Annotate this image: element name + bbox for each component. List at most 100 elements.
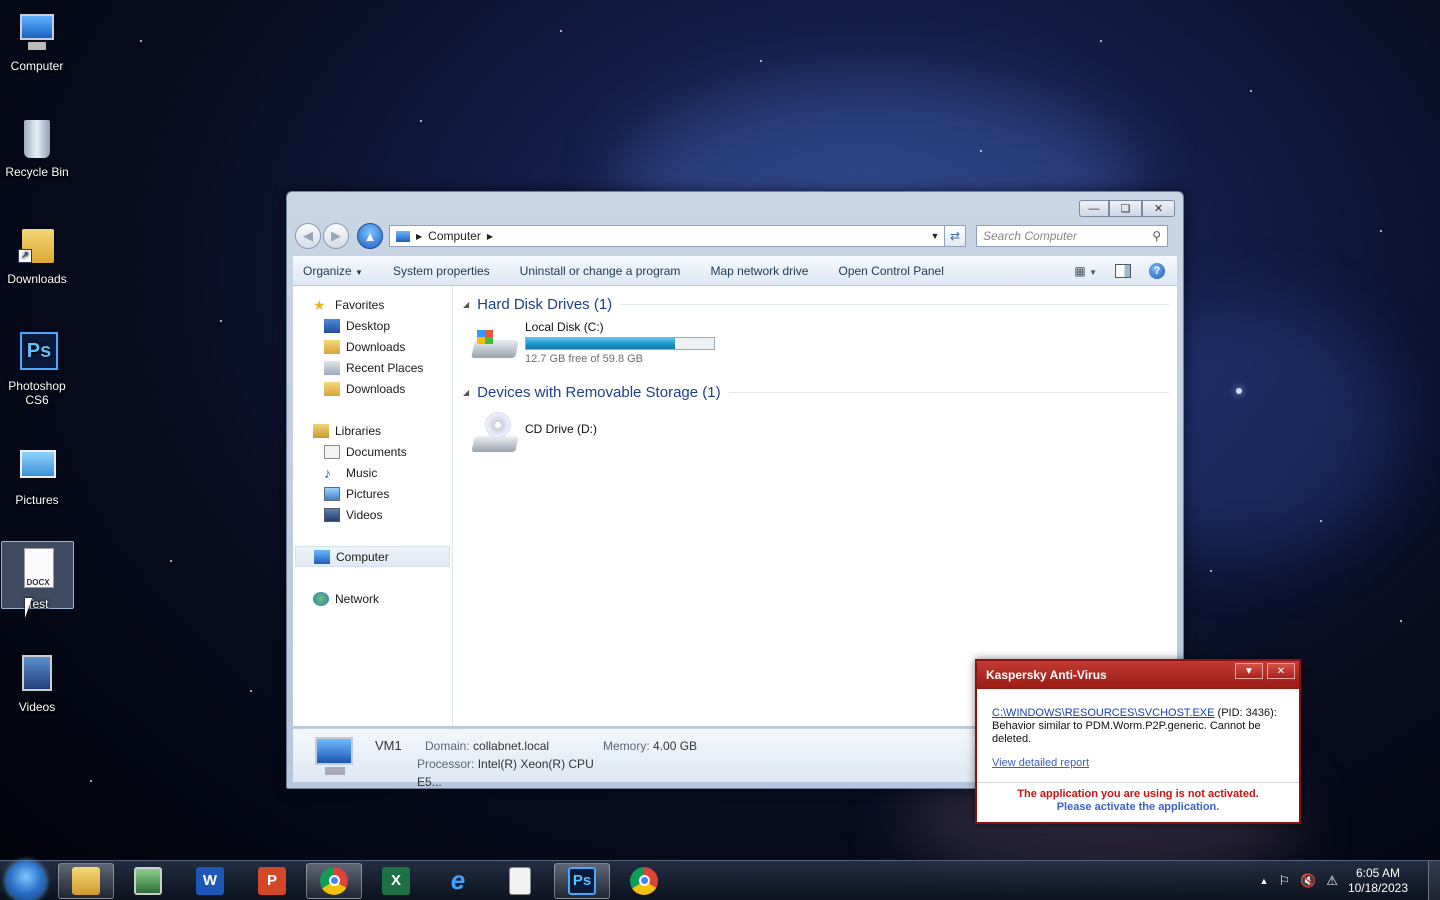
photoshop-icon: Ps (14, 330, 60, 376)
pictures-icon (14, 444, 60, 490)
search-input[interactable]: Search Computer ⚲ (976, 225, 1168, 247)
documents-icon (324, 444, 340, 459)
folder-icon (72, 866, 100, 895)
downloads-folder-icon (324, 339, 340, 354)
mouse-cursor-icon (25, 598, 32, 618)
videos-icon (14, 651, 60, 697)
breadcrumb-separator-icon: ▶ (486, 231, 493, 241)
star-icon: ★ (313, 296, 326, 313)
taskbar-word[interactable]: W (182, 863, 238, 899)
activate-link[interactable]: Please activate the application. (977, 801, 1299, 814)
taskbar-chrome[interactable] (306, 862, 362, 899)
forward-button[interactable]: ▶ (323, 223, 349, 249)
internet-explorer-icon: e (450, 865, 466, 895)
nav-pictures[interactable]: Pictures (293, 483, 452, 504)
kaspersky-title-bar: Kaspersky Anti-Virus ▼ ✕ (977, 661, 1299, 689)
nav-downloads-2[interactable]: Downloads (293, 378, 452, 399)
volume-muted-icon[interactable]: 🔇 (1300, 873, 1316, 889)
open-control-panel-button[interactable]: Open Control Panel (838, 264, 943, 278)
hard-drive-icon (471, 322, 521, 368)
maximize-button[interactable]: ❏ (1109, 200, 1142, 217)
close-button[interactable]: ✕ (1142, 200, 1175, 217)
nav-videos[interactable]: Videos (293, 504, 452, 525)
taskbar-notepad[interactable] (492, 863, 548, 899)
drive-c-usage-bar (525, 337, 715, 350)
videos-icon (324, 507, 340, 522)
minimize-button[interactable]: — (1079, 200, 1109, 217)
network-disconnected-icon[interactable]: ⚠ (1326, 873, 1338, 889)
command-bar: Organize ▼ System properties Uninstall o… (293, 256, 1177, 286)
kaspersky-notification[interactable]: Kaspersky Anti-Virus ▼ ✕ C:\WINDOWS\RESO… (975, 659, 1301, 824)
nav-recent-places[interactable]: Recent Places (293, 357, 452, 378)
kaspersky-message: C:\WINDOWS\RESOURCES\SVCHOST.EXE (PID: 3… (977, 689, 1299, 770)
taskbar-powerpoint[interactable]: P (244, 863, 300, 899)
drive-c[interactable]: Local Disk (C:) 12.7 GB free of 59.8 GB (471, 318, 1169, 378)
taskbar-ie[interactable]: e (430, 863, 486, 899)
nav-favorites[interactable]: ★ Favorites (293, 294, 452, 315)
drive-d[interactable]: CD Drive (D:) (471, 406, 1169, 466)
activation-notice: The application you are using is not act… (977, 782, 1299, 822)
folder-shortcut-icon: ↗ (14, 223, 60, 269)
computer-icon (314, 549, 330, 564)
nav-documents[interactable]: Documents (293, 441, 452, 462)
show-desktop-button[interactable] (1428, 860, 1440, 900)
computer-icon (14, 10, 60, 56)
network-icon (313, 591, 329, 606)
threat-path-link[interactable]: C:\WINDOWS\RESOURCES\SVCHOST.EXE (992, 707, 1214, 719)
collapse-icon[interactable]: ◢ (463, 388, 469, 397)
nav-libraries[interactable]: Libraries (293, 420, 452, 441)
tray-expand-icon[interactable]: ▲ (1260, 876, 1269, 886)
up-button[interactable]: ▲ (357, 223, 383, 249)
search-icon[interactable]: ⚲ (1152, 229, 1161, 243)
nav-downloads[interactable]: Downloads (293, 336, 452, 357)
help-icon[interactable]: ? (1149, 262, 1165, 279)
libraries-icon (313, 423, 329, 438)
chrome-icon (630, 866, 658, 895)
uninstall-program-button[interactable]: Uninstall or change a program (520, 264, 681, 278)
view-options-icon[interactable]: ▦ ▼ (1074, 264, 1097, 278)
desktop-icon-test-docx[interactable]: DOCX Test (1, 541, 74, 611)
group-removable-storage[interactable]: ◢ Devices with Removable Storage (1) (463, 382, 1169, 402)
desktop-icon-photoshop[interactable]: Ps Photoshop CS6 (0, 324, 74, 410)
breadcrumb-computer[interactable]: Computer (428, 229, 481, 243)
collapse-icon[interactable]: ◢ (463, 300, 469, 309)
refresh-button[interactable]: ⇄ (944, 225, 966, 247)
music-icon: ♪ (324, 464, 331, 481)
taskbar-photoshop[interactable]: Ps (554, 862, 610, 899)
desktop-icon-pictures[interactable]: Pictures (0, 438, 74, 508)
desktop-icon-videos[interactable]: Videos (0, 645, 74, 715)
address-bar[interactable]: ▶ Computer ▶ ▼ (389, 225, 945, 247)
desktop-icon (324, 318, 340, 333)
system-tray: ▲ ⚐ 🔇 ⚠ 6:05 AM 10/18/2023 (1260, 866, 1428, 896)
group-hard-disk-drives[interactable]: ◢ Hard Disk Drives (1) (463, 294, 1169, 314)
start-button[interactable] (6, 860, 46, 900)
action-center-icon[interactable]: ⚐ (1278, 873, 1290, 889)
nav-music[interactable]: ♪ Music (293, 462, 452, 483)
excel-icon: X (382, 866, 410, 895)
nav-network[interactable]: Network (293, 588, 452, 609)
word-icon: W (196, 866, 224, 895)
view-report-link[interactable]: View detailed report (992, 757, 1285, 770)
desktop-icon-downloads[interactable]: ↗ Downloads (0, 217, 74, 287)
docx-file-icon: DOCX (15, 548, 61, 594)
close-button[interactable]: ✕ (1267, 663, 1295, 679)
downloads-folder-icon (324, 381, 340, 396)
map-network-drive-button[interactable]: Map network drive (710, 264, 808, 278)
collapse-button[interactable]: ▼ (1235, 663, 1263, 679)
clock[interactable]: 6:05 AM 10/18/2023 (1348, 866, 1408, 896)
preview-pane-icon[interactable] (1115, 263, 1131, 278)
taskbar-explorer[interactable] (58, 862, 114, 899)
network-monitor-icon (134, 866, 162, 895)
taskbar-network[interactable] (120, 863, 176, 899)
nav-desktop[interactable]: Desktop (293, 315, 452, 336)
organize-button[interactable]: Organize ▼ (303, 264, 363, 278)
recent-places-icon (324, 360, 340, 375)
taskbar-chrome-2[interactable] (616, 863, 672, 899)
back-button[interactable]: ◀ (295, 223, 321, 249)
address-dropdown-icon[interactable]: ▼ (926, 231, 944, 241)
taskbar-excel[interactable]: X (368, 863, 424, 899)
desktop-icon-recycle-bin[interactable]: Recycle Bin (0, 110, 74, 180)
system-properties-button[interactable]: System properties (393, 264, 490, 278)
desktop-icon-computer[interactable]: Computer (0, 4, 74, 74)
nav-computer[interactable]: Computer (295, 546, 450, 567)
